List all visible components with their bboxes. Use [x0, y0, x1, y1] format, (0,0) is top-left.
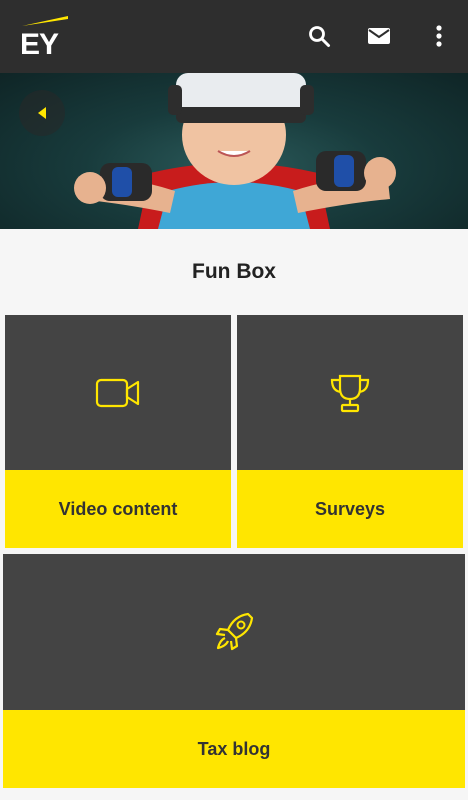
back-arrow-icon	[38, 107, 46, 119]
page-title: Fun Box	[0, 229, 468, 315]
more-vert-icon[interactable]	[426, 22, 452, 50]
tax-blog-label: Tax blog	[3, 710, 465, 788]
tax-blog-tile[interactable]: Tax blog	[3, 554, 465, 788]
hero-image	[74, 73, 396, 229]
app-bar: EY	[0, 0, 468, 73]
back-button[interactable]	[19, 90, 65, 136]
video-content-tile[interactable]: Video content	[5, 315, 231, 548]
surveys-label: Surveys	[237, 470, 463, 548]
ey-logo: EY	[18, 12, 70, 62]
search-icon[interactable]	[306, 22, 332, 50]
logo-text: EY	[20, 28, 59, 61]
surveys-tile[interactable]: Surveys	[237, 315, 463, 548]
rocket-icon	[215, 612, 254, 651]
hero-banner	[0, 73, 468, 229]
trophy-icon	[330, 374, 370, 412]
video-content-label: Video content	[5, 470, 231, 548]
video-camera-icon	[95, 378, 140, 407]
mail-icon[interactable]	[366, 22, 392, 50]
logo-beam-icon	[22, 16, 68, 26]
